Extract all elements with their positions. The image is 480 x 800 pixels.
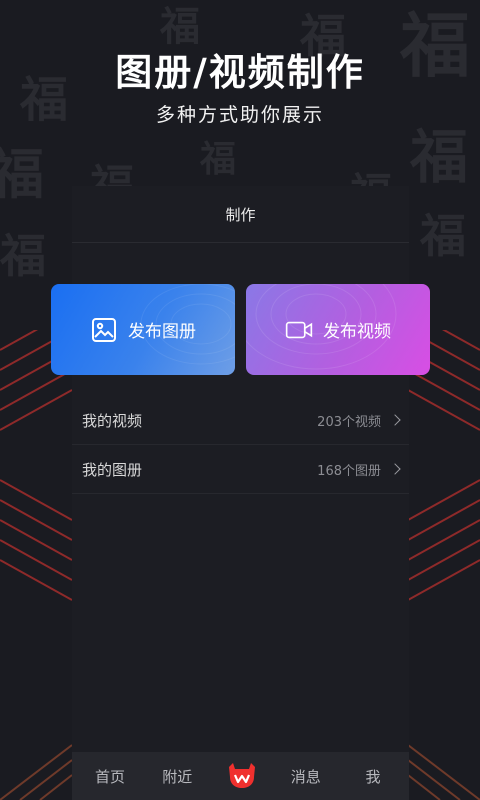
list-item-my-albums[interactable]: 我的图册 168个图册: [72, 445, 409, 494]
background-watermark: 福: [200, 138, 237, 180]
bottom-tab-bar: 首页 附近 消息 我: [72, 752, 409, 800]
list-item-meta: 168个图册: [317, 460, 401, 479]
background-watermark: 福: [420, 209, 466, 263]
hero-title: 图册/视频制作: [115, 51, 365, 94]
tab-home[interactable]: 首页: [90, 766, 130, 787]
background-watermark: 福: [0, 229, 46, 283]
publish-album-button[interactable]: 发布图册: [51, 284, 235, 375]
list-item-meta: 203个视频: [317, 411, 401, 430]
logo-icon[interactable]: [225, 759, 259, 793]
phone-screen: 制作 我的视频 203个视频 我的图册 168个图册: [72, 186, 409, 800]
tab-me[interactable]: 我: [353, 766, 393, 787]
publish-video-button[interactable]: 发布视频: [246, 284, 430, 375]
hero-subtitle: 多种方式助你展示: [155, 104, 324, 126]
screen-header: 制作: [72, 186, 409, 243]
decorative-stripes-bottom-right: [408, 744, 480, 800]
image-icon: [90, 316, 118, 344]
chevron-right-icon: [389, 463, 401, 475]
list-item-count: 168个图册: [317, 463, 381, 479]
tab-nearby[interactable]: 附近: [157, 766, 197, 787]
screen-title: 制作: [225, 205, 256, 224]
list: 我的视频 203个视频 我的图册 168个图册: [72, 396, 409, 494]
chevron-right-icon: [389, 414, 401, 426]
publish-video-label: 发布视频: [323, 322, 391, 342]
list-item-label: 我的图册: [82, 460, 143, 479]
tab-messages[interactable]: 消息: [286, 766, 326, 787]
background-watermark: 福: [0, 142, 44, 206]
list-item-count: 203个视频: [317, 414, 381, 430]
video-camera-icon: [285, 316, 313, 344]
list-item-label: 我的视频: [82, 411, 143, 430]
decorative-stripes-bottom-left: [0, 744, 72, 800]
publish-album-label: 发布图册: [128, 322, 196, 342]
list-item-my-videos[interactable]: 我的视频 203个视频: [72, 396, 409, 445]
